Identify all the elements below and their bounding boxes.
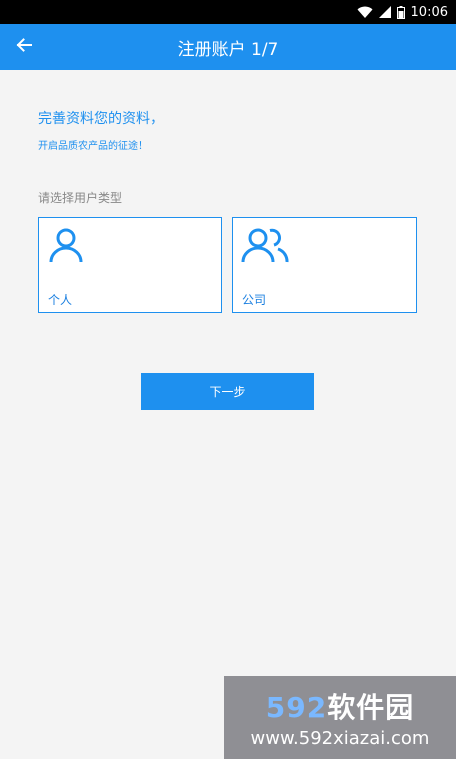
status-time: 10:06 xyxy=(410,4,448,20)
intro-section: 完善资料您的资料， 开启品质农产品的征途！ xyxy=(38,108,164,152)
app-toolbar: 注册账户 1/7 xyxy=(0,24,456,70)
back-button[interactable] xyxy=(10,33,38,61)
user-type-personal-card[interactable]: 个人 xyxy=(38,217,222,313)
watermark-url: www.592xiazai.com xyxy=(250,728,430,749)
next-step-button[interactable]: 下一步 xyxy=(141,373,314,410)
wifi-icon xyxy=(357,6,373,18)
person-icon xyxy=(47,226,85,268)
watermark-logo-text: 软件园 xyxy=(327,691,415,724)
arrow-left-icon xyxy=(15,36,33,58)
signal-icon xyxy=(378,6,391,18)
user-type-company-card[interactable]: 公司 xyxy=(232,217,417,313)
personal-label: 个人 xyxy=(48,293,73,307)
watermark-logo-number: 592 xyxy=(265,691,328,724)
watermark-overlay: 592软件园 www.592xiazai.com xyxy=(224,676,456,759)
intro-title: 完善资料您的资料， xyxy=(38,111,164,127)
page-title: 注册账户 1/7 xyxy=(177,39,279,60)
status-bar: 10:06 xyxy=(0,0,456,24)
company-label: 公司 xyxy=(242,293,267,307)
intro-subtitle: 开启品质农产品的征途！ xyxy=(38,141,148,152)
watermark-logo: 592软件园 xyxy=(266,686,414,726)
user-type-label: 请选择用户类型 xyxy=(38,191,123,205)
people-icon xyxy=(241,226,291,268)
battery-icon xyxy=(396,5,405,19)
